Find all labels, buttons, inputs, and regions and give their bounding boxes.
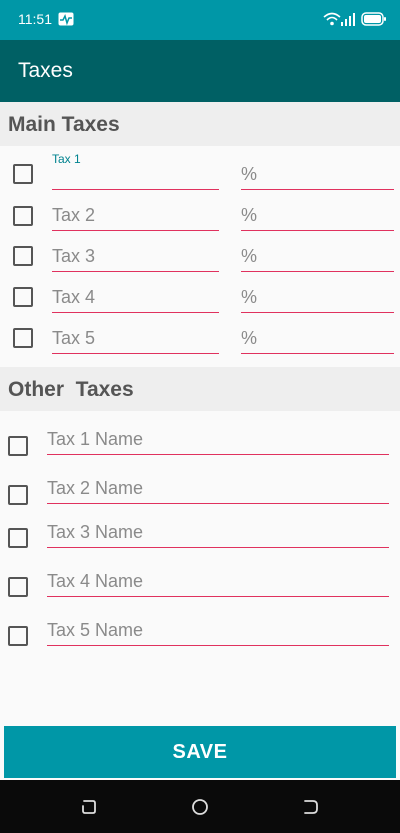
status-bar: 11:51 [0,0,400,40]
main-tax-1-checkbox[interactable] [13,164,33,184]
main-tax-5-percent-placeholder: % [241,328,258,348]
other-taxes-header: Other Taxes [0,367,400,411]
home-icon[interactable] [191,798,209,816]
main-tax-2-checkbox[interactable] [13,206,33,226]
other-tax-3-name-input[interactable]: Tax 3 Name [47,518,389,548]
main-tax-1-percent-placeholder: % [241,164,258,184]
other-tax-3-name-placeholder: Tax 3 Name [47,522,144,542]
recent-apps-icon[interactable] [80,798,98,816]
save-button[interactable]: SAVE [4,726,396,778]
main-tax-5-checkbox[interactable] [13,328,33,348]
activity-icon [58,12,74,26]
main-tax-2-percent-placeholder: % [241,205,258,225]
other-tax-4-checkbox[interactable] [8,577,28,597]
main-taxes-header: Main Taxes [0,102,400,146]
other-tax-5-name-placeholder: Tax 5 Name [47,620,144,640]
battery-icon [361,12,386,26]
main-tax-4-percent-placeholder: % [241,287,258,307]
other-tax-4-name-placeholder: Tax 4 Name [47,571,144,591]
other-tax-5-name-input[interactable]: Tax 5 Name [47,616,389,646]
main-taxes-title: Main Taxes [8,113,120,136]
other-tax-2-name-placeholder: Tax 2 Name [47,478,144,498]
main-tax-3-name-input[interactable]: Tax 3 [52,242,219,272]
main-tax-3-checkbox[interactable] [13,246,33,266]
other-tax-2-checkbox[interactable] [8,485,28,505]
other-tax-1-name-input[interactable]: Tax 1 Name [47,425,389,455]
other-tax-1-name-placeholder: Tax 1 Name [47,429,144,449]
main-tax-5-name-placeholder: Tax 5 [52,328,96,348]
back-icon[interactable] [302,798,320,816]
app-bar: Taxes [0,40,400,102]
main-tax-4-percent-input[interactable]: % [241,283,394,313]
navigation-bar [0,780,400,833]
other-taxes-title: Other Taxes [8,378,134,401]
main-tax-4-checkbox[interactable] [13,287,33,307]
main-tax-3-name-placeholder: Tax 3 [52,246,96,266]
other-tax-3-checkbox[interactable] [8,528,28,548]
main-tax-4-name-input[interactable]: Tax 4 [52,283,219,313]
main-tax-5-name-input[interactable]: Tax 5 [52,324,219,354]
main-tax-2-name-placeholder: Tax 2 [52,205,96,225]
other-tax-5-checkbox[interactable] [8,626,28,646]
main-tax-2-percent-input[interactable]: % [241,201,394,231]
main-tax-1-name-input[interactable] [52,160,219,190]
other-tax-1-checkbox[interactable] [8,436,28,456]
main-tax-3-percent-placeholder: % [241,246,258,266]
other-tax-4-name-input[interactable]: Tax 4 Name [47,567,389,597]
main-tax-4-name-placeholder: Tax 4 [52,287,96,307]
other-tax-2-name-input[interactable]: Tax 2 Name [47,474,389,504]
page-title: Taxes [18,59,73,82]
wifi-icon [323,12,341,26]
main-tax-1-percent-input[interactable]: % [241,160,394,190]
main-tax-5-percent-input[interactable]: % [241,324,394,354]
main-tax-2-name-input[interactable]: Tax 2 [52,201,219,231]
main-tax-3-percent-input[interactable]: % [241,242,394,272]
signal-icon [341,13,355,26]
status-time: 11:51 [18,11,52,27]
